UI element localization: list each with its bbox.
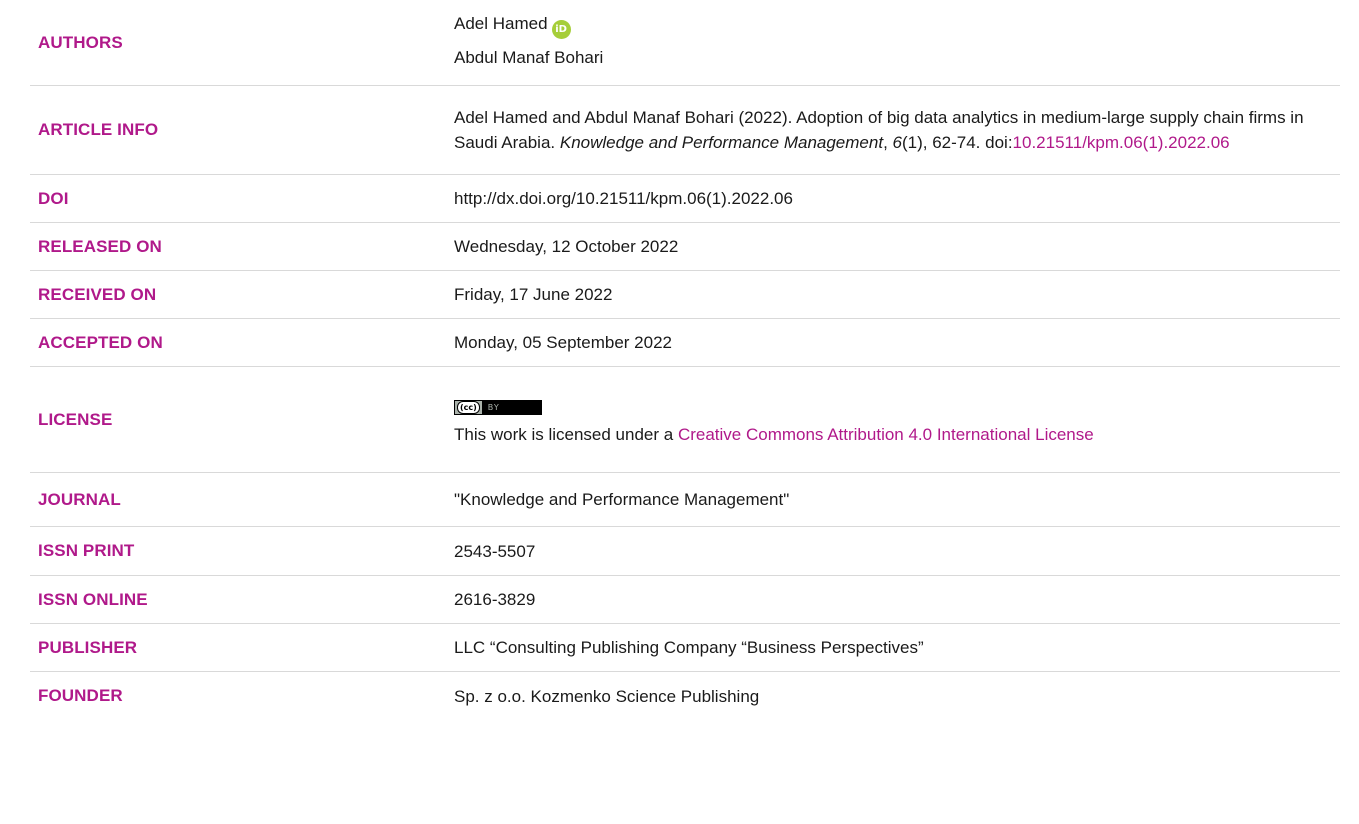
label-publisher: PUBLISHER xyxy=(38,637,138,657)
label-license: LICENSE xyxy=(38,409,113,429)
label-issn-print: ISSN PRINT xyxy=(38,541,135,560)
row-article-info: ARTICLE INFO Adel Hamed and Abdul Manaf … xyxy=(30,86,1340,175)
value-publisher: LLC “Consulting Publishing Company “Busi… xyxy=(454,638,924,657)
label-accepted-on: ACCEPTED ON xyxy=(38,332,163,352)
row-accepted-on: ACCEPTED ON Monday, 05 September 2022 xyxy=(30,319,1340,367)
value-founder: Sp. z o.o. Kozmenko Science Publishing xyxy=(454,686,760,706)
value-issn-online: 2616-3829 xyxy=(454,590,536,609)
row-publisher: PUBLISHER LLC “Consulting Publishing Com… xyxy=(30,624,1340,672)
label-doi: DOI xyxy=(38,188,69,208)
label-article-info: ARTICLE INFO xyxy=(38,120,159,139)
row-doi: DOI http://dx.doi.org/10.21511/kpm.06(1)… xyxy=(30,175,1340,223)
author-name-2[interactable]: Abdul Manaf Bohari xyxy=(454,48,603,67)
label-founder: FOUNDER xyxy=(38,686,123,705)
cc-badge-left: (cc) xyxy=(455,401,482,414)
author-1: Adel Hamed iD xyxy=(454,7,1340,41)
row-released-on: RELEASED ON Wednesday, 12 October 2022 xyxy=(30,223,1340,271)
value-received-on: Friday, 17 June 2022 xyxy=(454,285,613,304)
row-issn-online: ISSN ONLINE 2616-3829 xyxy=(30,576,1340,624)
author-name-1[interactable]: Adel Hamed xyxy=(454,14,548,33)
orcid-icon[interactable]: iD xyxy=(551,19,571,39)
value-doi[interactable]: http://dx.doi.org/10.21511/kpm.06(1).202… xyxy=(454,186,1340,211)
row-founder: FOUNDER Sp. z o.o. Kozmenko Science Publ… xyxy=(30,672,1340,720)
cc-by-text: BY xyxy=(487,403,500,412)
row-authors: AUTHORS Adel Hamed iD Abdul Manaf Bohari xyxy=(30,0,1340,86)
value-released-on: Wednesday, 12 October 2022 xyxy=(454,237,679,256)
label-received-on: RECEIVED ON xyxy=(38,284,157,304)
label-journal: JOURNAL xyxy=(38,489,121,509)
article-info-table: AUTHORS Adel Hamed iD Abdul Manaf Bohari … xyxy=(30,0,1340,720)
row-license: LICENSE (cc) BY This work is licensed und… xyxy=(30,367,1340,473)
row-issn-print: ISSN PRINT 2543-5507 xyxy=(30,527,1340,576)
citation-issue-pages: (1), 62-74. doi: xyxy=(901,133,1013,152)
label-issn-online: ISSN ONLINE xyxy=(38,589,148,609)
license-text: This work is licensed under a Creative C… xyxy=(454,422,1340,447)
author-2: Abdul Manaf Bohari xyxy=(454,41,1340,75)
license-link[interactable]: Creative Commons Attribution 4.0 Interna… xyxy=(678,425,1094,444)
citation-journal: Knowledge and Performance Management xyxy=(559,133,884,152)
citation-separator: , xyxy=(883,133,893,152)
label-released-on: RELEASED ON xyxy=(38,236,162,256)
label-authors: AUTHORS xyxy=(38,32,123,52)
value-issn-print: 2543-5507 xyxy=(454,541,536,561)
value-authors: Adel Hamed iD Abdul Manaf Bohari xyxy=(454,7,1340,75)
value-journal: "Knowledge and Performance Management" xyxy=(454,490,790,509)
cc-circle-icon: (cc) xyxy=(457,401,480,414)
row-received-on: RECEIVED ON Friday, 17 June 2022 xyxy=(30,271,1340,319)
citation-doi-link[interactable]: 10.21511/kpm.06(1).2022.06 xyxy=(1013,133,1230,152)
value-accepted-on: Monday, 05 September 2022 xyxy=(454,333,672,352)
citation-volume: 6 xyxy=(892,133,902,152)
cc-by-badge-icon[interactable]: (cc) BY xyxy=(454,400,542,415)
value-license: (cc) BY This work is licensed under a Cre… xyxy=(454,392,1340,447)
license-text-pre: This work is licensed under a xyxy=(454,425,678,444)
row-journal: JOURNAL "Knowledge and Performance Manag… xyxy=(30,473,1340,527)
value-article-info: Adel Hamed and Abdul Manaf Bohari (2022)… xyxy=(454,105,1340,155)
